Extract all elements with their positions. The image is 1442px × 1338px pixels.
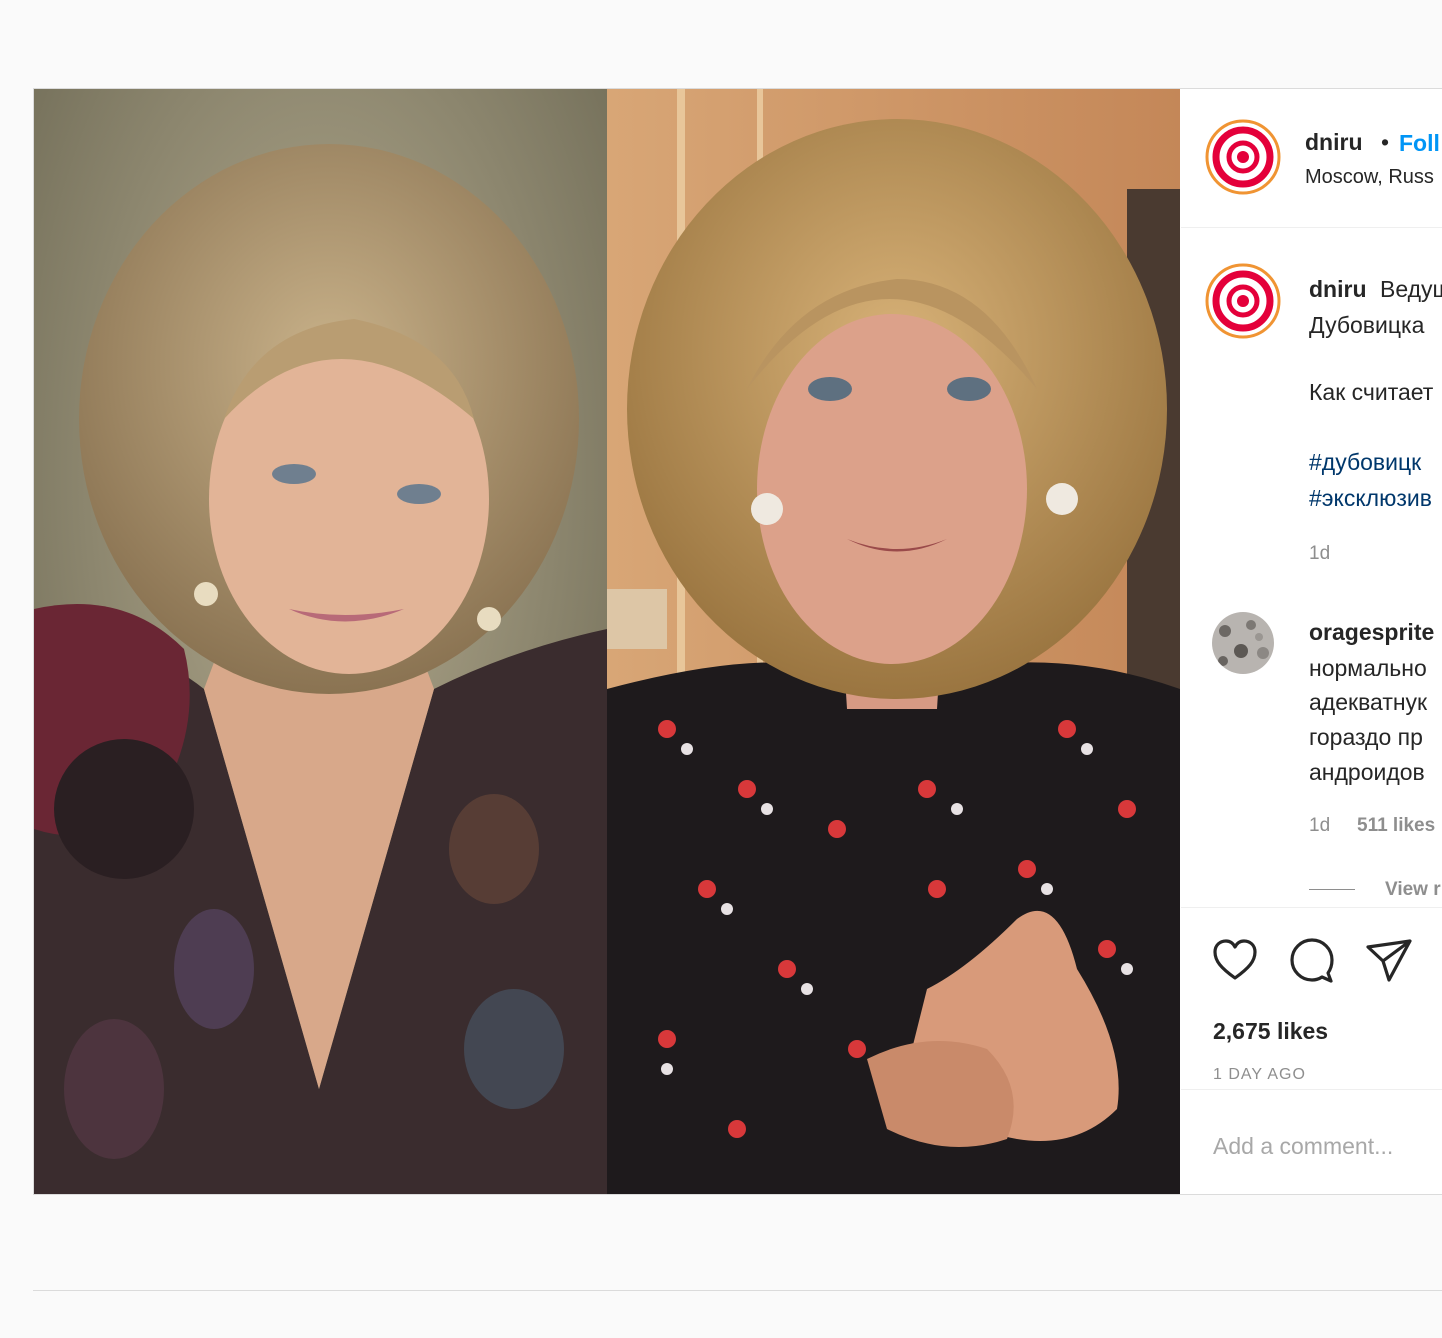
post-header: dniru • Foll Moscow, Russ	[1181, 89, 1442, 228]
post-location[interactable]: Moscow, Russ	[1305, 166, 1434, 189]
commenter-username[interactable]: oragesprite	[1309, 619, 1434, 646]
post-side-panel: dniru • Foll Moscow, Russ dniru Ведущ Ду…	[1181, 89, 1442, 1194]
add-comment-input[interactable]	[1211, 1128, 1442, 1164]
caption-time[interactable]: 1d	[1309, 543, 1330, 565]
caption-text-line3: Как считает	[1309, 379, 1434, 405]
caption-username[interactable]: dniru	[1309, 276, 1367, 303]
comment-text-line: андроидов	[1309, 759, 1425, 785]
post-date[interactable]: 1 DAY AGO	[1213, 1066, 1306, 1084]
comment-icon[interactable]	[1288, 936, 1336, 984]
view-replies-line	[1309, 889, 1355, 890]
paper-plane-icon[interactable]	[1365, 936, 1413, 984]
photo-before	[34, 89, 607, 1194]
caption-hashtag-2[interactable]: #эксклюзив	[1309, 485, 1432, 512]
post-actions: 2,675 likes 1 DAY AGO	[1181, 907, 1442, 1090]
caption-avatar[interactable]	[1205, 263, 1281, 339]
instagram-post: dniru • Foll Moscow, Russ dniru Ведущ Ду…	[33, 88, 1442, 1195]
follow-button[interactable]: Foll	[1399, 130, 1440, 157]
add-comment-section	[1181, 1089, 1442, 1194]
post-image[interactable]	[34, 89, 1180, 1194]
likes-count[interactable]: 2,675 likes	[1213, 1018, 1328, 1045]
photo-after	[607, 89, 1180, 1194]
comment-text-line: адекватнук	[1309, 689, 1428, 715]
page-divider	[33, 1290, 1442, 1291]
comment-time[interactable]: 1d	[1309, 815, 1330, 837]
comment-text-line: нормально	[1309, 655, 1427, 681]
view-replies-button[interactable]: View r	[1385, 879, 1441, 901]
commenter-avatar[interactable]	[1211, 611, 1275, 675]
heart-icon[interactable]	[1211, 936, 1259, 984]
caption-text-line1: Ведущ	[1380, 276, 1442, 302]
caption-hashtag-1[interactable]: #дубовицк	[1309, 449, 1421, 476]
comment-text-line: гораздо пр	[1309, 724, 1423, 750]
avatar[interactable]	[1205, 119, 1281, 195]
separator-dot: •	[1381, 129, 1390, 155]
comment-likes[interactable]: 511 likes	[1357, 815, 1435, 837]
caption-text-line2: Дубовицка	[1309, 312, 1425, 338]
post-username[interactable]: dniru	[1305, 129, 1363, 156]
